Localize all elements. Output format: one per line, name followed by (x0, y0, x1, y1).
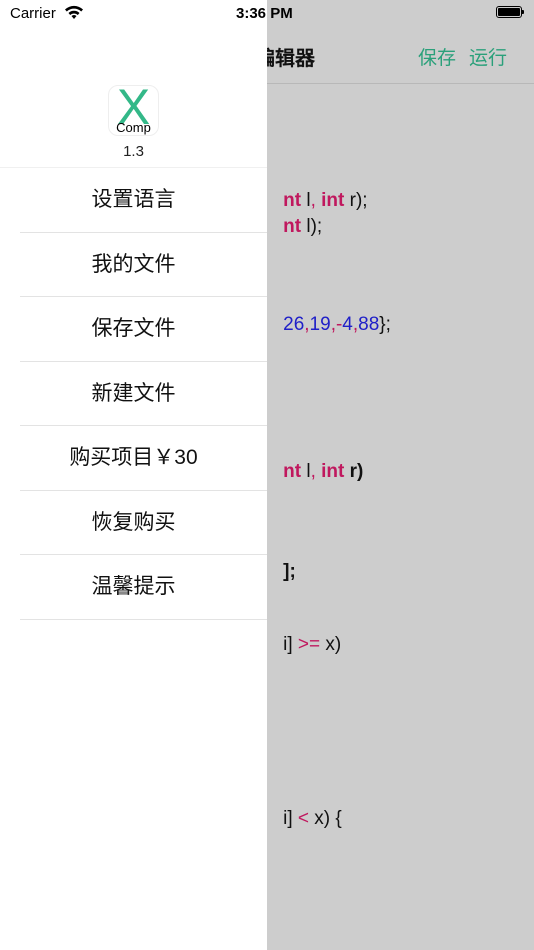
run-button[interactable]: 运行 (469, 43, 507, 70)
code-line: i] >= x) (283, 634, 342, 655)
app-icon-caption: Comp (116, 120, 151, 135)
menu-item-label: 恢复购买 (91, 510, 176, 534)
menu-item-set-language[interactable]: 设置语言 (0, 168, 267, 233)
menu-item-label: 我的文件 (91, 252, 176, 276)
code-line: ]; (283, 561, 296, 582)
carrier-label: Carrier (10, 5, 56, 22)
menu-item-my-files[interactable]: 我的文件 (0, 233, 267, 297)
menu-item-label: 购买项目￥30 (69, 446, 198, 469)
menu-item-label: 设置语言 (91, 188, 176, 211)
save-button[interactable]: 保存 (418, 43, 456, 70)
menu-item-purchase[interactable]: 购买项目￥30 (0, 426, 267, 491)
menu-item-save-file[interactable]: 保存文件 (0, 297, 267, 362)
wifi-icon (65, 5, 83, 19)
status-bar: Carrier 3:36 PM (0, 0, 534, 28)
code-line: nt l); (283, 216, 323, 237)
code-line: 26,19,-4,88}; (283, 314, 391, 335)
status-time: 3:36 PM (236, 5, 293, 22)
code-line: nt l, int r) (283, 461, 364, 482)
app-version: 1.3 (123, 143, 144, 160)
code-line: i] < x) { (283, 808, 342, 829)
app-icon: X Comp (108, 85, 159, 136)
side-drawer: X Comp 1.3 设置语言 我的文件 保存文件 新建文件 购买项目￥30 恢… (0, 0, 267, 950)
divider (20, 618, 267, 620)
menu-item-label: 新建文件 (91, 381, 176, 405)
menu-item-tips[interactable]: 温馨提示 (0, 555, 267, 620)
menu-item-restore-purchase[interactable]: 恢复购买 (0, 491, 267, 555)
menu-item-label: 温馨提示 (91, 575, 176, 598)
menu-item-label: 保存文件 (91, 317, 176, 340)
menu-item-new-file[interactable]: 新建文件 (0, 362, 267, 426)
drawer-menu: 设置语言 我的文件 保存文件 新建文件 购买项目￥30 恢复购买 温馨提示 (0, 168, 267, 620)
battery-icon (496, 6, 524, 18)
